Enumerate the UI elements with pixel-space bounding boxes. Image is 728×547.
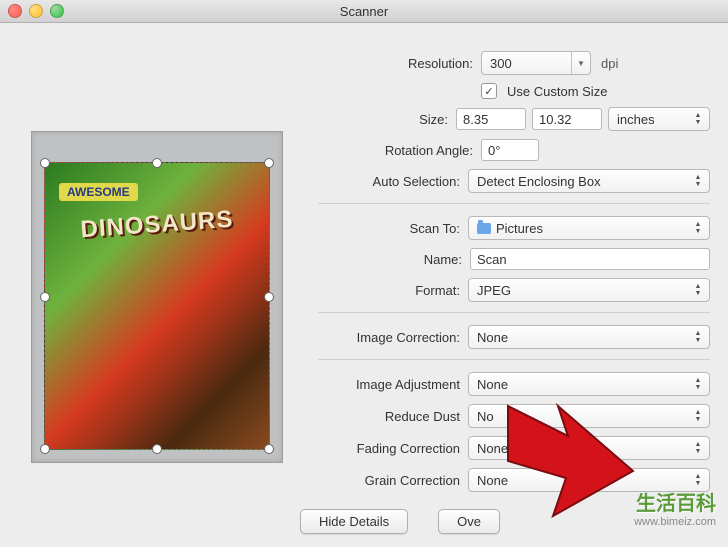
- name-input[interactable]: Scan: [470, 248, 710, 270]
- hide-details-button[interactable]: Hide Details: [300, 509, 408, 534]
- updown-icon: ▲▼: [691, 328, 705, 346]
- rotation-input[interactable]: 0°: [481, 139, 539, 161]
- titlebar: Scanner: [0, 0, 728, 23]
- resize-handle[interactable]: [40, 444, 50, 454]
- overview-button[interactable]: Ove: [438, 509, 500, 534]
- resolution-combo[interactable]: 300 ▼: [481, 51, 591, 75]
- dropdown-icon: ▼: [571, 52, 590, 74]
- resize-handle[interactable]: [264, 444, 274, 454]
- resolution-unit: dpi: [601, 56, 618, 71]
- scan-to-label: Scan To:: [318, 221, 468, 236]
- preview-pane: AWESOME DINOSAURS: [0, 23, 314, 547]
- divider: [318, 359, 710, 360]
- size-label: Size:: [318, 112, 456, 127]
- size-unit-select[interactable]: inches ▲▼: [608, 107, 710, 131]
- updown-icon: ▲▼: [691, 375, 705, 393]
- resize-handle[interactable]: [40, 158, 50, 168]
- resolution-label: Resolution:: [318, 56, 481, 71]
- scan-to-select[interactable]: Pictures ▲▼: [468, 216, 710, 240]
- scan-preview[interactable]: AWESOME DINOSAURS: [31, 131, 283, 463]
- cover-title: DINOSAURS: [48, 204, 265, 247]
- name-label: Name:: [318, 252, 470, 267]
- updown-icon: ▲▼: [691, 219, 705, 237]
- format-select[interactable]: JPEG ▲▼: [468, 278, 710, 302]
- resize-handle[interactable]: [264, 292, 274, 302]
- size-height-input[interactable]: 10.32: [532, 108, 602, 130]
- settings-pane: Resolution: 300 ▼ dpi ✓ Use Custom Size …: [314, 23, 728, 547]
- reduce-dust-select[interactable]: No ▲▼: [468, 404, 710, 428]
- format-label: Format:: [318, 283, 468, 298]
- updown-icon: ▲▼: [691, 172, 705, 190]
- custom-size-checkbox[interactable]: ✓: [481, 83, 497, 99]
- grain-correction-label: Grain Correction: [318, 473, 468, 488]
- window-title: Scanner: [0, 4, 728, 19]
- folder-icon: [477, 223, 491, 234]
- image-adjustment-label: Image Adjustment: [318, 377, 468, 392]
- reduce-dust-label: Reduce Dust: [318, 409, 468, 424]
- size-width-input[interactable]: 8.35: [456, 108, 526, 130]
- updown-icon: ▲▼: [691, 110, 705, 128]
- updown-icon: ▲▼: [691, 439, 705, 457]
- image-correction-select[interactable]: None ▲▼: [468, 325, 710, 349]
- scan-selection[interactable]: AWESOME DINOSAURS: [44, 162, 270, 450]
- button-bar: Hide Details Ove: [300, 509, 710, 534]
- updown-icon: ▲▼: [691, 471, 705, 489]
- resize-handle[interactable]: [152, 444, 162, 454]
- resize-handle[interactable]: [40, 292, 50, 302]
- divider: [318, 312, 710, 313]
- updown-icon: ▲▼: [691, 281, 705, 299]
- cover-badge: AWESOME: [59, 183, 138, 201]
- resize-handle[interactable]: [264, 158, 274, 168]
- updown-icon: ▲▼: [691, 407, 705, 425]
- resize-handle[interactable]: [152, 158, 162, 168]
- fading-correction-select[interactable]: None ▲▼: [468, 436, 710, 460]
- divider: [318, 203, 710, 204]
- image-adjustment-select[interactable]: None ▲▼: [468, 372, 710, 396]
- resolution-value: 300: [490, 56, 512, 71]
- custom-size-label: Use Custom Size: [507, 84, 607, 99]
- grain-correction-select[interactable]: None ▲▼: [468, 468, 710, 492]
- image-correction-label: Image Correction:: [318, 330, 468, 345]
- rotation-label: Rotation Angle:: [318, 143, 481, 158]
- fading-correction-label: Fading Correction: [318, 441, 468, 456]
- auto-selection-label: Auto Selection:: [318, 174, 468, 189]
- auto-selection-select[interactable]: Detect Enclosing Box ▲▼: [468, 169, 710, 193]
